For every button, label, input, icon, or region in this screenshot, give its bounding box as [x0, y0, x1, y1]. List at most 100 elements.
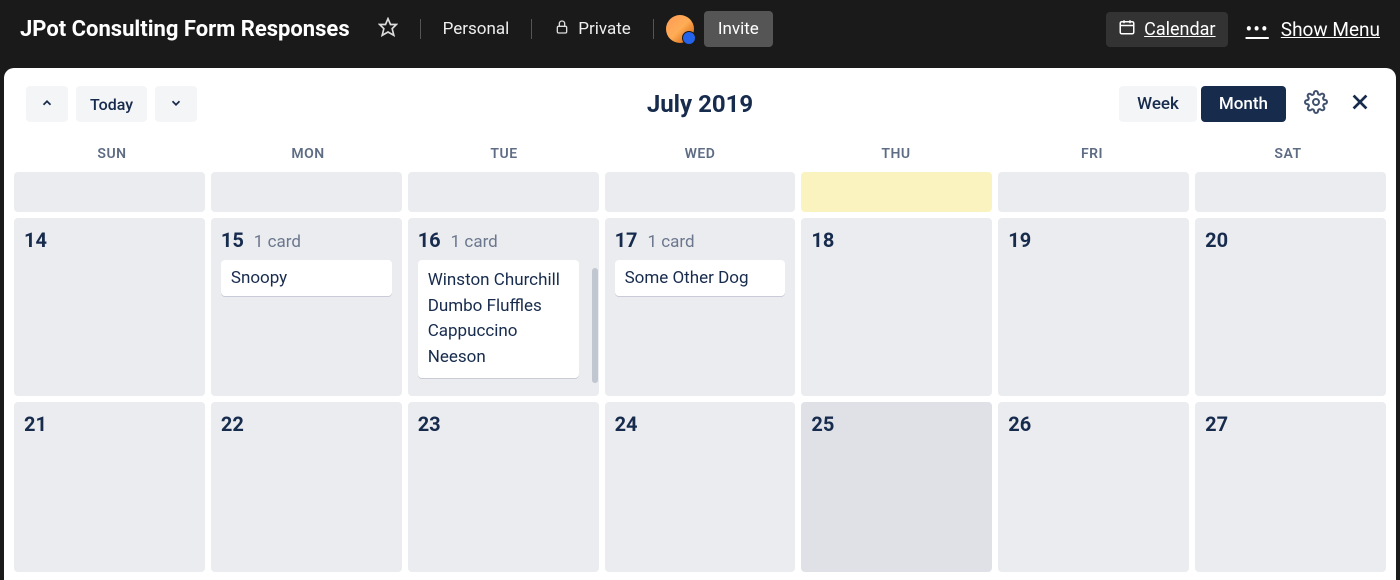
chevron-down-icon — [169, 95, 183, 114]
settings-button[interactable] — [1302, 90, 1330, 118]
calendar-cell[interactable]: 20 — [1195, 218, 1386, 396]
divider — [531, 19, 532, 39]
calendar-powerup-button[interactable]: Calendar — [1106, 12, 1227, 47]
card-count: 1 card — [451, 232, 498, 252]
calendar-cell-today[interactable] — [801, 172, 992, 212]
date-number: 24 — [615, 412, 638, 436]
lock-icon — [554, 19, 570, 40]
date-line: 26 — [1008, 412, 1179, 436]
calendar-cell[interactable] — [1195, 172, 1386, 212]
avatar[interactable] — [666, 15, 694, 43]
date-line: 23 — [418, 412, 589, 436]
scrollbar[interactable] — [592, 268, 598, 383]
star-icon — [378, 17, 398, 42]
private-button[interactable]: Private — [544, 13, 641, 46]
calendar-grid: 14 15 1 card Snoopy 16 1 card Winston Ch… — [4, 172, 1396, 572]
day-header: FRI — [994, 140, 1190, 172]
month-title: July 2019 — [647, 90, 753, 118]
date-line: 18 — [811, 228, 982, 252]
calendar-cell[interactable]: 19 — [998, 218, 1189, 396]
date-line: 24 — [615, 412, 786, 436]
date-line: 27 — [1205, 412, 1376, 436]
week-view-button[interactable]: Week — [1119, 86, 1197, 122]
date-number: 21 — [24, 412, 47, 436]
calendar-card[interactable]: Some Other Dog — [615, 260, 786, 296]
calendar-panel: Today July 2019 Week Month — [4, 68, 1396, 580]
calendar-cell[interactable]: 16 1 card Winston Churchill Dumbo Fluffl… — [408, 218, 599, 396]
board-title[interactable]: JPot Consulting Form Responses — [20, 17, 350, 42]
divider — [420, 19, 421, 39]
prev-button[interactable] — [26, 86, 68, 122]
date-line: 14 — [24, 228, 195, 252]
date-number: 17 — [615, 228, 638, 252]
date-line: 21 — [24, 412, 195, 436]
dots-icon: ••• — [1246, 17, 1269, 41]
invite-label: Invite — [718, 19, 759, 39]
view-toggle: Week Month — [1119, 86, 1286, 122]
date-line: 19 — [1008, 228, 1179, 252]
calendar-row: 14 15 1 card Snoopy 16 1 card Winston Ch… — [14, 218, 1386, 396]
date-number: 23 — [418, 412, 441, 436]
calendar-row: 21 22 23 24 25 — [14, 402, 1386, 572]
date-number: 27 — [1205, 412, 1228, 436]
star-button[interactable] — [368, 11, 408, 48]
date-number: 16 — [418, 228, 441, 252]
calendar-cell[interactable] — [605, 172, 796, 212]
calendar-cell[interactable]: 21 — [14, 402, 205, 572]
date-line: 15 1 card — [221, 228, 392, 252]
calendar-toolbar: Today July 2019 Week Month — [4, 68, 1396, 140]
show-menu-label: Show Menu — [1281, 18, 1380, 41]
calendar-cell[interactable]: 27 — [1195, 402, 1386, 572]
calendar-card[interactable]: Snoopy — [221, 260, 392, 296]
divider — [653, 19, 654, 39]
date-line: 17 1 card — [615, 228, 786, 252]
calendar-cell[interactable] — [211, 172, 402, 212]
date-line: 16 1 card — [418, 228, 589, 252]
date-number: 15 — [221, 228, 244, 252]
calendar-link-label: Calendar — [1144, 19, 1215, 40]
today-button[interactable]: Today — [76, 86, 147, 122]
date-line: 22 — [221, 412, 392, 436]
calendar-cell[interactable]: 15 1 card Snoopy — [211, 218, 402, 396]
close-button[interactable] — [1346, 90, 1374, 118]
day-header: WED — [602, 140, 798, 172]
personal-button[interactable]: Personal — [433, 13, 520, 45]
date-number: 14 — [24, 228, 47, 252]
date-line: 25 — [811, 412, 982, 436]
calendar-cell[interactable] — [998, 172, 1189, 212]
calendar-cell[interactable]: 14 — [14, 218, 205, 396]
date-number: 19 — [1008, 228, 1031, 252]
calendar-cell[interactable] — [408, 172, 599, 212]
day-header: MON — [210, 140, 406, 172]
calendar-cell[interactable] — [14, 172, 205, 212]
card-count: 1 card — [254, 232, 301, 252]
card-count: 1 card — [648, 232, 695, 252]
day-header: SUN — [14, 140, 210, 172]
calendar-cell[interactable]: 24 — [605, 402, 796, 572]
date-number: 25 — [811, 412, 834, 436]
invite-button[interactable]: Invite — [704, 11, 773, 47]
date-number: 26 — [1008, 412, 1031, 436]
personal-label: Personal — [443, 19, 510, 39]
next-button[interactable] — [155, 86, 197, 122]
calendar-cell[interactable]: 26 — [998, 402, 1189, 572]
calendar-cell[interactable]: 22 — [211, 402, 402, 572]
calendar-card[interactable]: Winston Churchill Dumbo Fluffles Cappucc… — [418, 260, 579, 378]
topbar-right: Calendar ••• Show Menu — [1106, 12, 1380, 47]
nav-buttons: Today — [26, 86, 197, 122]
date-number: 18 — [811, 228, 834, 252]
calendar-row — [14, 172, 1386, 212]
calendar-cell[interactable]: 25 — [801, 402, 992, 572]
close-icon — [1349, 91, 1371, 117]
calendar-cell[interactable]: 18 — [801, 218, 992, 396]
gear-icon — [1304, 90, 1328, 118]
private-label: Private — [578, 19, 631, 39]
top-bar: JPot Consulting Form Responses Personal … — [0, 0, 1400, 58]
month-view-button[interactable]: Month — [1201, 86, 1286, 122]
calendar-cell[interactable]: 23 — [408, 402, 599, 572]
show-menu-button[interactable]: ••• Show Menu — [1246, 17, 1380, 41]
day-header: THU — [798, 140, 994, 172]
calendar-cell[interactable]: 17 1 card Some Other Dog — [605, 218, 796, 396]
calendar-icon — [1118, 18, 1136, 41]
day-header: TUE — [406, 140, 602, 172]
